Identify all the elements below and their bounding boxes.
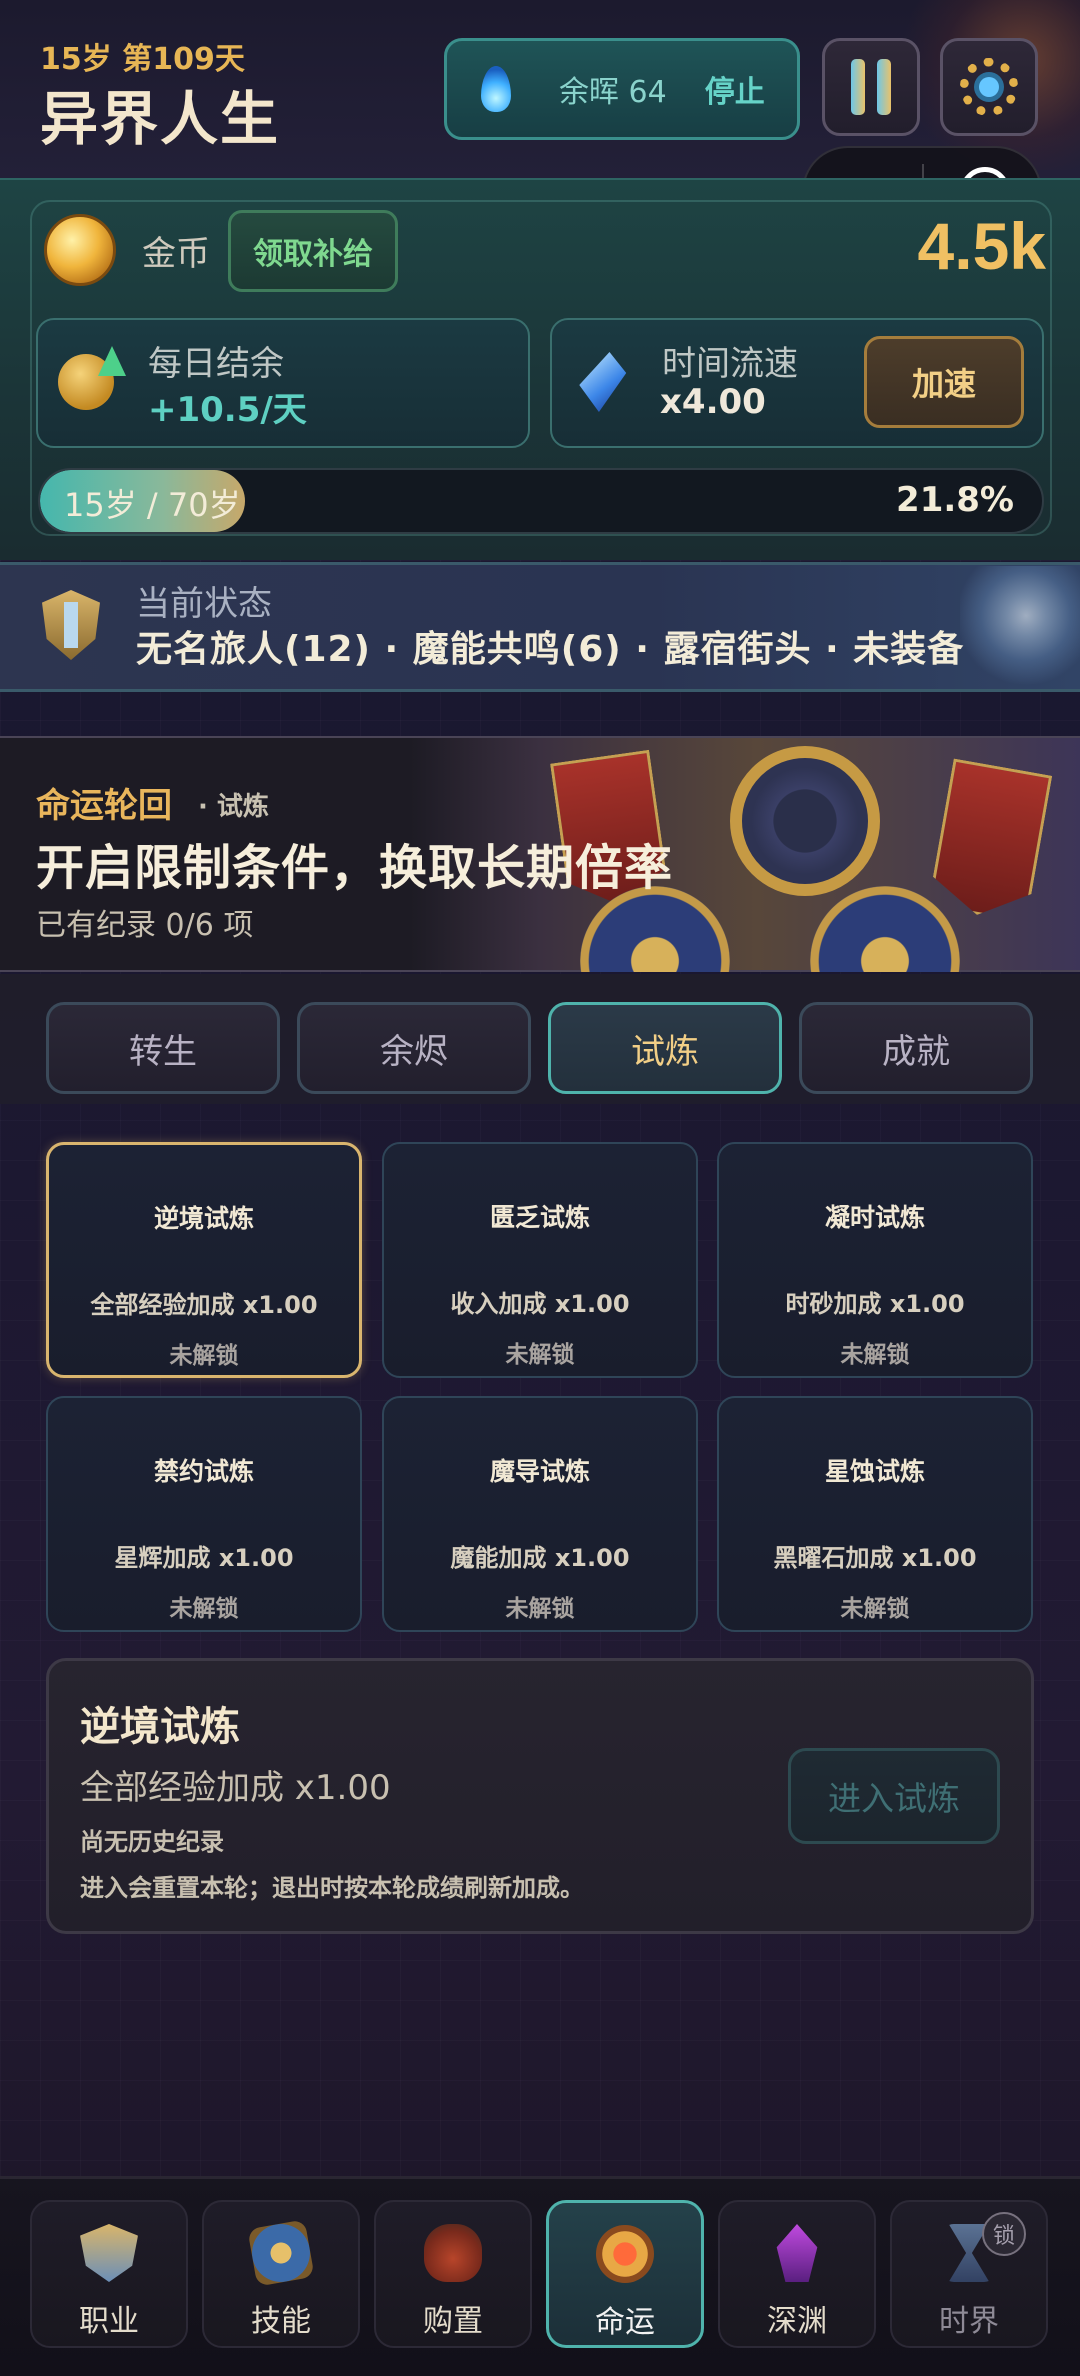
- trial-bonus: 星辉加成 x1.00: [114, 1544, 294, 1572]
- banner-subtag: · 试炼: [198, 792, 269, 822]
- nav-time-realm[interactable]: 时界: [890, 2200, 1048, 2348]
- trial-status: 未解锁: [169, 1596, 239, 1622]
- gold-coin-icon: [44, 214, 116, 286]
- settings-button[interactable]: [940, 38, 1038, 136]
- pause-button[interactable]: [822, 38, 920, 136]
- trial-card-magitech[interactable]: 魔导试炼 魔能加成 x1.00 未解锁: [382, 1396, 698, 1632]
- tab-rebirth[interactable]: 转生: [46, 1002, 280, 1094]
- trial-card-star-eclipse[interactable]: 星蚀试炼 黑曜石加成 x1.00 未解锁: [717, 1396, 1033, 1632]
- trial-name: 魔导试炼: [489, 1457, 590, 1486]
- trial-status: 未解锁: [840, 1596, 910, 1622]
- trial-card-frozen-time[interactable]: 凝时试炼 时砂加成 x1.00 未解锁: [717, 1142, 1033, 1378]
- detail-history: 尚无历史纪录: [80, 1828, 224, 1856]
- star-shield-right: [810, 886, 960, 972]
- status-label: 当前状态: [136, 584, 272, 624]
- banner-title: 开启限制条件，换取长期倍率: [36, 840, 674, 896]
- life-progress-percent: 21.8%: [896, 480, 1014, 520]
- nav-skills[interactable]: 技能: [202, 2200, 360, 2348]
- trial-status: 未解锁: [505, 1596, 575, 1622]
- claim-supply-button[interactable]: 领取补给: [228, 210, 398, 292]
- nav-abyss[interactable]: 深渊: [718, 2200, 876, 2348]
- banner-record-count: 已有纪录 0/6 项: [36, 908, 254, 943]
- detail-title: 逆境试炼: [80, 1704, 240, 1750]
- gold-value: 4.5k: [917, 209, 1046, 283]
- tab-trials[interactable]: 试炼: [548, 1002, 782, 1094]
- trial-card-forbidden-pact[interactable]: 禁约试炼 星辉加成 x1.00 未解锁: [46, 1396, 362, 1632]
- trial-name: 禁约试炼: [153, 1457, 254, 1486]
- nav-label: 命运: [595, 2305, 655, 2340]
- app-title: 异界人生: [40, 85, 281, 153]
- boost-button[interactable]: 加速: [864, 336, 1024, 428]
- ember-count: 余晖 64: [559, 75, 667, 110]
- trial-bonus: 黑曜石加成 x1.00: [773, 1544, 977, 1572]
- detail-note: 进入会重置本轮；退出时按本轮成绩刷新加成。: [80, 1874, 584, 1902]
- red-flag-right: [928, 758, 1053, 923]
- nav-label: 购置: [423, 2304, 483, 2339]
- trial-card-scarcity[interactable]: 匮乏试炼 收入加成 x1.00 未解锁: [382, 1142, 698, 1378]
- gear-icon: [960, 58, 1018, 116]
- daily-balance-label: 每日结余: [148, 344, 284, 384]
- life-progress-text: 15岁 / 70岁: [64, 486, 241, 524]
- pause-icon: [851, 59, 865, 115]
- banner-tag: 命运轮回: [36, 786, 172, 826]
- trial-bonus: 收入加成 x1.00: [450, 1290, 630, 1318]
- trial-name: 匮乏试炼: [489, 1203, 590, 1232]
- up-arrow-icon: [98, 346, 126, 376]
- nav-fate[interactable]: 命运: [546, 2200, 704, 2348]
- pause-icon-bar: [877, 59, 891, 115]
- character-portrait: [960, 566, 1080, 690]
- skill-book-icon: [247, 2219, 315, 2287]
- fate-sun-icon: [596, 2225, 654, 2283]
- trial-bonus: 全部经验加成 x1.00: [90, 1291, 318, 1319]
- trial-status: 未解锁: [505, 1342, 575, 1368]
- trial-bonus: 魔能加成 x1.00: [450, 1544, 630, 1572]
- time-speed-label: 时间流速: [662, 344, 798, 384]
- ember-panel: 余晖 64 停止: [444, 38, 800, 140]
- enter-trial-button[interactable]: 进入试炼: [788, 1748, 1000, 1844]
- lock-badge: 锁: [982, 2212, 1026, 2256]
- trial-name: 逆境试炼: [153, 1204, 254, 1233]
- status-value: 无名旅人(12) · 魔能共鸣(6) · 露宿街头 · 未装备: [136, 629, 965, 670]
- star-shield-left: [580, 886, 730, 972]
- tab-achievements[interactable]: 成就: [799, 1002, 1033, 1094]
- trial-name: 星蚀试炼: [824, 1457, 925, 1486]
- nav-label: 技能: [251, 2304, 311, 2339]
- nav-label: 职业: [79, 2304, 139, 2339]
- gold-label: 金币: [142, 234, 210, 274]
- nav-shop[interactable]: 购置: [374, 2200, 532, 2348]
- tab-embers[interactable]: 余烬: [297, 1002, 531, 1094]
- nav-label: 深渊: [767, 2304, 827, 2339]
- trial-status: 未解锁: [169, 1343, 239, 1369]
- trial-card-adversity[interactable]: 逆境试炼 全部经验加成 x1.00 未解锁: [46, 1142, 362, 1378]
- trial-status: 未解锁: [840, 1342, 910, 1368]
- detail-bonus: 全部经验加成 x1.00: [80, 1768, 391, 1808]
- lock-wheel: [730, 746, 880, 896]
- nav-career[interactable]: 职业: [30, 2200, 188, 2348]
- abyss-crystal-icon: [776, 2224, 818, 2282]
- shop-bag-icon: [424, 2224, 482, 2282]
- stop-button[interactable]: 停止: [705, 67, 765, 111]
- daily-balance-value: +10.5/天: [148, 390, 307, 430]
- trial-bonus: 时砂加成 x1.00: [785, 1290, 965, 1318]
- time-speed-value: x4.00: [660, 382, 766, 422]
- nav-label: 时界: [939, 2304, 999, 2339]
- sword-shield-icon: [80, 2224, 138, 2282]
- trial-name: 凝时试炼: [824, 1203, 925, 1232]
- blue-flame-icon: [481, 66, 511, 112]
